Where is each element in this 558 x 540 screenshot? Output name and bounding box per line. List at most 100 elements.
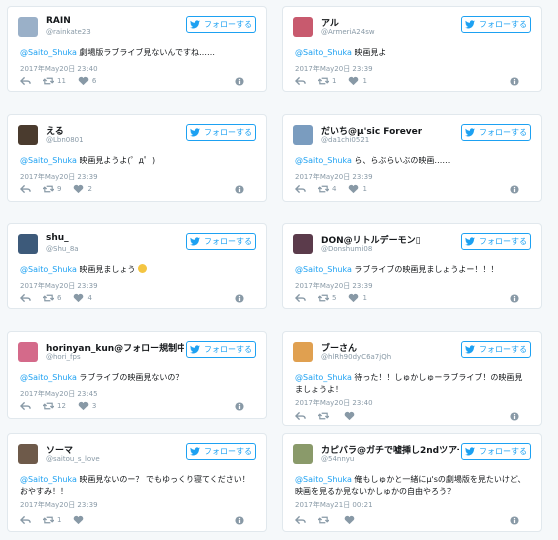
like-button[interactable]: 1 xyxy=(348,184,367,194)
follow-button[interactable]: フォローする xyxy=(186,16,256,33)
follow-button[interactable]: フォローする xyxy=(186,341,256,358)
retweet-button[interactable]: 1 xyxy=(43,515,61,525)
retweet-button[interactable]: 9 xyxy=(43,184,61,194)
avatar[interactable] xyxy=(293,234,313,254)
user-handle[interactable]: @54nnyu xyxy=(321,455,354,463)
retweet-button[interactable]: 11 xyxy=(43,76,66,86)
reply-button[interactable] xyxy=(20,293,31,303)
retweet-button[interactable] xyxy=(318,411,332,421)
like-button[interactable]: 4 xyxy=(73,293,92,303)
mention-link[interactable]: @Saito_Shuka xyxy=(20,475,77,484)
display-name[interactable]: RAIN xyxy=(46,16,71,26)
tweet-date[interactable]: 2017年May20日 23:39 xyxy=(20,172,98,182)
mention-link[interactable]: @Saito_Shuka xyxy=(20,265,77,274)
info-button[interactable] xyxy=(510,293,519,303)
reply-button[interactable] xyxy=(295,184,306,194)
reply-button[interactable] xyxy=(20,184,31,194)
reply-button[interactable] xyxy=(20,515,31,525)
retweet-button[interactable]: 4 xyxy=(318,184,336,194)
user-handle[interactable]: @saitou_s_love xyxy=(46,455,100,463)
user-handle[interactable]: @da1chi0521 xyxy=(321,136,369,144)
avatar[interactable] xyxy=(18,342,38,362)
avatar[interactable] xyxy=(18,17,38,37)
info-button[interactable] xyxy=(235,515,244,525)
mention-link[interactable]: @Saito_Shuka xyxy=(295,265,352,274)
info-button[interactable] xyxy=(235,76,244,86)
retweet-icon xyxy=(43,516,54,524)
like-button[interactable]: 6 xyxy=(78,76,96,86)
like-button[interactable]: 1 xyxy=(348,293,367,303)
retweet-button[interactable] xyxy=(318,515,332,525)
display-name[interactable]: shu_ xyxy=(46,233,69,243)
tweet-date[interactable]: 2017年May20日 23:40 xyxy=(295,398,373,408)
mention-link[interactable]: @Saito_Shuka xyxy=(295,48,352,57)
user-handle[interactable]: @Lbn0801 xyxy=(46,136,84,144)
info-button[interactable] xyxy=(510,76,519,86)
retweet-icon xyxy=(318,412,329,420)
mention-link[interactable]: @Saito_Shuka xyxy=(20,48,77,57)
user-handle[interactable]: @hlRh90dyC6a7jQh xyxy=(321,353,391,361)
avatar[interactable] xyxy=(18,125,38,145)
like-button[interactable]: 3 xyxy=(78,401,96,411)
retweet-button[interactable]: 5 xyxy=(318,293,336,303)
reply-button[interactable] xyxy=(20,76,31,86)
tweet-date[interactable]: 2017年May20日 23:40 xyxy=(20,64,98,74)
reply-button[interactable] xyxy=(295,411,306,421)
tweet-date[interactable]: 2017年May20日 23:39 xyxy=(295,172,373,182)
avatar[interactable] xyxy=(293,444,313,464)
tweet-date[interactable]: 2017年May20日 23:45 xyxy=(20,389,98,399)
avatar[interactable] xyxy=(18,444,38,464)
tweet-date[interactable]: 2017年May20日 23:39 xyxy=(20,500,98,510)
follow-button[interactable]: フォローする xyxy=(186,443,256,460)
heart-icon xyxy=(74,293,84,303)
tweet-date[interactable]: 2017年May20日 23:39 xyxy=(295,64,373,74)
follow-button[interactable]: フォローする xyxy=(461,443,531,460)
reply-button[interactable] xyxy=(295,515,306,525)
avatar[interactable] xyxy=(293,17,313,37)
like-button[interactable]: 1 xyxy=(348,76,367,86)
twitter-bird-icon xyxy=(465,20,475,29)
info-button[interactable] xyxy=(510,515,519,525)
avatar[interactable] xyxy=(18,234,38,254)
user-handle[interactable]: @rainkate23 xyxy=(46,28,91,36)
mention-link[interactable]: @Saito_Shuka xyxy=(295,475,352,484)
info-button[interactable] xyxy=(235,293,244,303)
mention-link[interactable]: @Saito_Shuka xyxy=(20,373,77,382)
tweet-date[interactable]: 2017年May21日 00:21 xyxy=(295,500,373,510)
like-button[interactable] xyxy=(73,515,87,525)
follow-button[interactable]: フォローする xyxy=(461,341,531,358)
avatar[interactable] xyxy=(293,342,313,362)
reply-button[interactable] xyxy=(295,76,306,86)
follow-label: フォローする xyxy=(479,128,527,137)
info-button[interactable] xyxy=(510,184,519,194)
mention-link[interactable]: @Saito_Shuka xyxy=(295,156,352,165)
user-handle[interactable]: @Shu_8a xyxy=(46,245,79,253)
reply-button[interactable] xyxy=(295,293,306,303)
tweet-date[interactable]: 2017年May20日 23:39 xyxy=(295,281,373,291)
follow-button[interactable]: フォローする xyxy=(461,233,531,250)
tweet-card: だいち@μ'sic Forever @da1chi0521 フォローする @Sa… xyxy=(282,114,542,202)
tweet-card: RAIN @rainkate23 フォローする @Saito_Shuka 劇場版… xyxy=(7,6,267,92)
follow-button[interactable]: フォローする xyxy=(186,124,256,141)
reply-button[interactable] xyxy=(20,401,31,411)
follow-button[interactable]: フォローする xyxy=(186,233,256,250)
retweet-button[interactable]: 6 xyxy=(43,293,61,303)
info-button[interactable] xyxy=(510,411,519,421)
user-handle[interactable]: @hori_fps xyxy=(46,353,81,361)
follow-button[interactable]: フォローする xyxy=(461,16,531,33)
info-button[interactable] xyxy=(235,401,244,411)
mention-link[interactable]: @Saito_Shuka xyxy=(20,156,77,165)
follow-button[interactable]: フォローする xyxy=(461,124,531,141)
like-button[interactable]: 2 xyxy=(73,184,92,194)
info-button[interactable] xyxy=(235,184,244,194)
retweet-button[interactable]: 12 xyxy=(43,401,66,411)
like-button[interactable] xyxy=(344,411,358,421)
tweet-date[interactable]: 2017年May20日 23:39 xyxy=(20,281,98,291)
retweet-button[interactable]: 1 xyxy=(318,76,336,86)
avatar-image xyxy=(18,342,38,362)
mention-link[interactable]: @Saito_Shuka xyxy=(295,373,352,382)
like-button[interactable] xyxy=(344,515,358,525)
avatar[interactable] xyxy=(293,125,313,145)
user-handle[interactable]: @Donshumi08 xyxy=(321,245,372,253)
user-handle[interactable]: @ArmeriA24sw xyxy=(321,28,375,36)
